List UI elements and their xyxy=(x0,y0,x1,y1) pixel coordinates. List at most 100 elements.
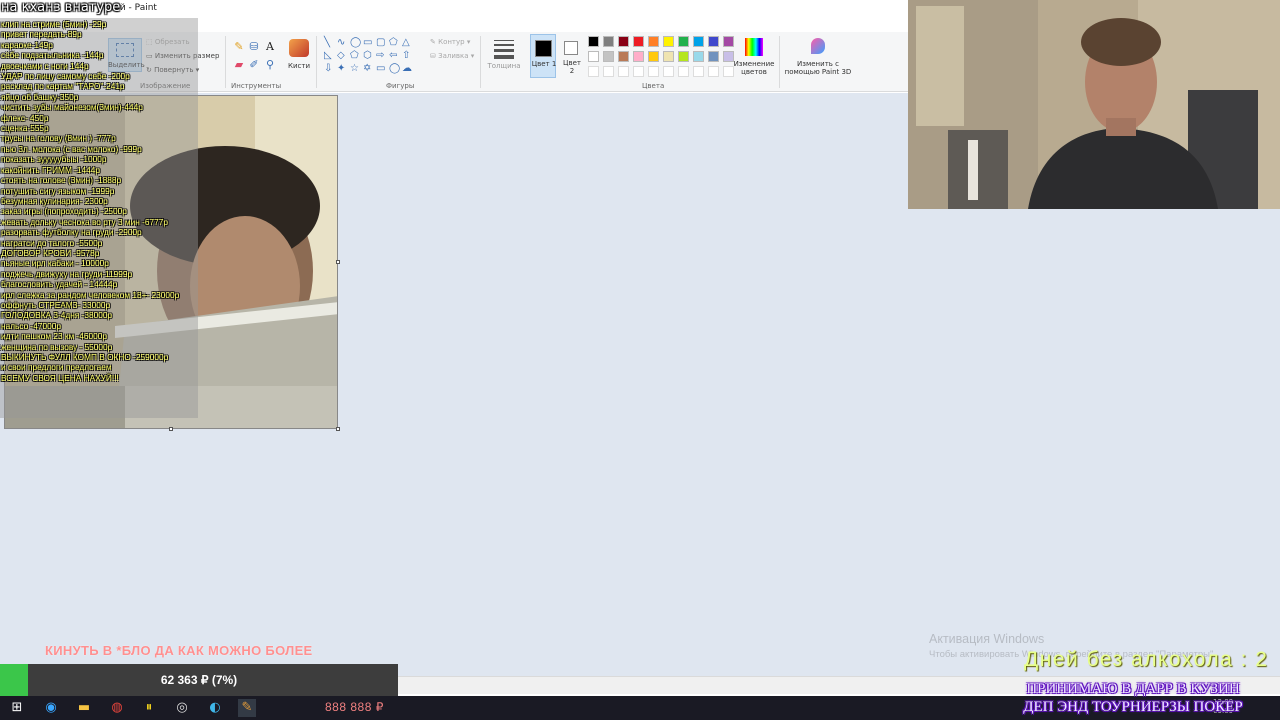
price-list-item: чистить зубы майонезом(3мин)-444р xyxy=(1,102,143,113)
browser-icon[interactable]: ◐ xyxy=(206,699,224,717)
arrow-up-shape-icon[interactable]: ⇧ xyxy=(402,51,410,61)
canvas-resize-handle-right[interactable] xyxy=(336,260,340,264)
palette-empty-swatch[interactable] xyxy=(618,66,629,77)
canvas-resize-handle-bottom[interactable] xyxy=(169,427,173,431)
price-list-item: стоять на голове (3мин) -1888р xyxy=(1,175,122,186)
taskbar-counter: 888 888 ₽ xyxy=(325,700,384,714)
price-list-item: нальсо -47000р xyxy=(1,320,61,331)
price-list-item: караоке-149р xyxy=(1,39,53,50)
arrow-down-shape-icon[interactable]: ⇩ xyxy=(324,64,332,74)
palette-empty-swatch[interactable] xyxy=(708,66,719,77)
palette-empty-swatch[interactable] xyxy=(603,66,614,77)
price-list-item: разорвать футболку на груди -2900р xyxy=(1,227,142,238)
palette-swatch[interactable] xyxy=(663,51,674,62)
callout-rect-shape-icon[interactable]: ▭ xyxy=(376,64,385,74)
palette-swatch[interactable] xyxy=(603,51,614,62)
start-icon[interactable]: ⊞ xyxy=(8,699,26,717)
days-without-alcohol-counter: Дней без алкохола : 2 xyxy=(1024,648,1269,671)
magnifier-icon[interactable]: ⚲ xyxy=(264,59,276,71)
price-list-item: флекс- 450р xyxy=(1,112,49,123)
fill-dropdown[interactable]: ⛁ Заливка ▾ xyxy=(430,52,474,60)
palette-swatch[interactable] xyxy=(648,51,659,62)
paint3d-button[interactable]: Изменить с помощью Paint 3D xyxy=(782,34,854,80)
price-list-item: сёбе подзатыльника -144р xyxy=(1,50,104,61)
palette-swatch[interactable] xyxy=(633,36,644,47)
title-bar: ий - Paint xyxy=(0,0,908,18)
line-shape-icon[interactable]: ╲ xyxy=(324,38,330,48)
price-list-item: заказ игры (попроходить) -2500р xyxy=(1,206,127,217)
palette-empty-swatch[interactable] xyxy=(693,66,704,77)
palette-swatch[interactable] xyxy=(663,36,674,47)
separator xyxy=(480,36,481,88)
app-icon[interactable]: ⏸ xyxy=(140,699,158,717)
palette-swatch[interactable] xyxy=(618,36,629,47)
price-list-item: потушить сигу языком -1999р xyxy=(1,185,115,196)
palette-swatch[interactable] xyxy=(678,36,689,47)
color-palette xyxy=(588,36,738,80)
palette-swatch[interactable] xyxy=(603,36,614,47)
promo-banner: ПРИНИМАЮ В ДАРР В КУЗИН ДЕП ЭНД ТОУРНИЕР… xyxy=(998,680,1268,716)
paint-taskbar-icon[interactable]: ✎ xyxy=(238,699,256,717)
explorer-icon[interactable]: ▬ xyxy=(75,699,93,717)
cloud-shape-icon[interactable]: ☁ xyxy=(402,64,412,74)
palette-empty-swatch[interactable] xyxy=(678,66,689,77)
price-list-item: идти пешком 23 км -46000р xyxy=(1,331,107,342)
promo-line2: ДЕП ЭНД ТОУРНИЕРЗЫ ПОКЕР xyxy=(1023,699,1243,715)
oval-shape-icon[interactable]: ◯ xyxy=(350,38,361,48)
diamond-shape-icon[interactable]: ◇ xyxy=(337,51,345,61)
price-list-item: показать зууууубыы -1000р xyxy=(1,154,107,165)
text-icon[interactable]: A xyxy=(264,41,276,53)
star4-shape-icon[interactable]: ✦ xyxy=(337,64,345,74)
color2-button[interactable]: Цвет 2 xyxy=(560,34,584,78)
chrome-icon[interactable]: ◍ xyxy=(108,699,126,717)
curve-shape-icon[interactable]: ∿ xyxy=(337,38,345,48)
price-list-item: клип на стриме (5мин) -29р xyxy=(1,19,107,29)
price-list-item: привет передать-89р xyxy=(1,29,82,40)
edit-colors-button[interactable]: Изменение цветов xyxy=(733,34,775,80)
price-list-item: безумная кулинария- 2300р xyxy=(1,195,108,206)
color1-button[interactable]: Цвет 1 xyxy=(530,34,556,78)
price-list-item: какойнить ГРИММ -1444р xyxy=(1,164,100,175)
palette-swatch[interactable] xyxy=(678,51,689,62)
palette-empty-swatch[interactable] xyxy=(648,66,659,77)
rtriangle-shape-icon[interactable]: ◺ xyxy=(324,51,332,61)
palette-empty-swatch[interactable] xyxy=(663,66,674,77)
brushes-button[interactable]: Кисти xyxy=(284,36,314,80)
edit-colors-label: Изменение цветов xyxy=(733,60,775,76)
shapes-gallery[interactable]: ╲ ∿ ◯ ▭ ▢ ⬠ △ ◺ ◇ ⬠ ⬡ ⇨ ⇦ ⇧ ⇩ ✦ ☆ ✡ ▭ ◯ … xyxy=(322,38,424,78)
palette-empty-swatch[interactable] xyxy=(588,66,599,77)
thickness-button[interactable]: Толщина xyxy=(486,36,522,76)
price-list-item: поджечь движуху на груди-11999р xyxy=(1,268,133,279)
obs-icon[interactable]: ◎ xyxy=(173,699,191,717)
arrow-left-shape-icon[interactable]: ⇦ xyxy=(389,51,397,61)
arrow-right-shape-icon[interactable]: ⇨ xyxy=(376,51,384,61)
star5-shape-icon[interactable]: ☆ xyxy=(350,64,359,74)
colors-group-label: Цвета xyxy=(642,82,665,90)
star6-shape-icon[interactable]: ✡ xyxy=(363,64,371,74)
palette-swatch[interactable] xyxy=(648,36,659,47)
palette-swatch[interactable] xyxy=(633,51,644,62)
palette-empty-swatch[interactable] xyxy=(633,66,644,77)
webcam-feed xyxy=(908,0,1280,209)
price-list-item: награтси до талого -5500р xyxy=(1,237,103,248)
palette-swatch[interactable] xyxy=(588,36,599,47)
palette-swatch[interactable] xyxy=(618,51,629,62)
price-list-item: ирл слежка за рандом человеком 18+- 2300… xyxy=(1,289,180,300)
brushes-label: Кисти xyxy=(288,62,310,70)
thickness-icon xyxy=(494,40,514,59)
roundrect-shape-icon[interactable]: ▢ xyxy=(376,38,385,48)
triangle-shape-icon[interactable]: △ xyxy=(402,38,410,48)
palette-swatch[interactable] xyxy=(693,51,704,62)
palette-swatch[interactable] xyxy=(693,36,704,47)
hexagon-shape-icon[interactable]: ⬡ xyxy=(363,51,372,61)
canvas-resize-handle-corner[interactable] xyxy=(336,427,340,431)
edge-icon[interactable]: ◉ xyxy=(42,699,60,717)
palette-swatch[interactable] xyxy=(588,51,599,62)
outline-dropdown[interactable]: ✎ Контур ▾ xyxy=(430,38,470,46)
polygon-shape-icon[interactable]: ⬠ xyxy=(389,38,398,48)
rect-shape-icon[interactable]: ▭ xyxy=(363,38,372,48)
palette-swatch[interactable] xyxy=(708,51,719,62)
palette-swatch[interactable] xyxy=(708,36,719,47)
callout-oval-shape-icon[interactable]: ◯ xyxy=(389,64,400,74)
pentagon-shape-icon[interactable]: ⬠ xyxy=(350,51,359,61)
